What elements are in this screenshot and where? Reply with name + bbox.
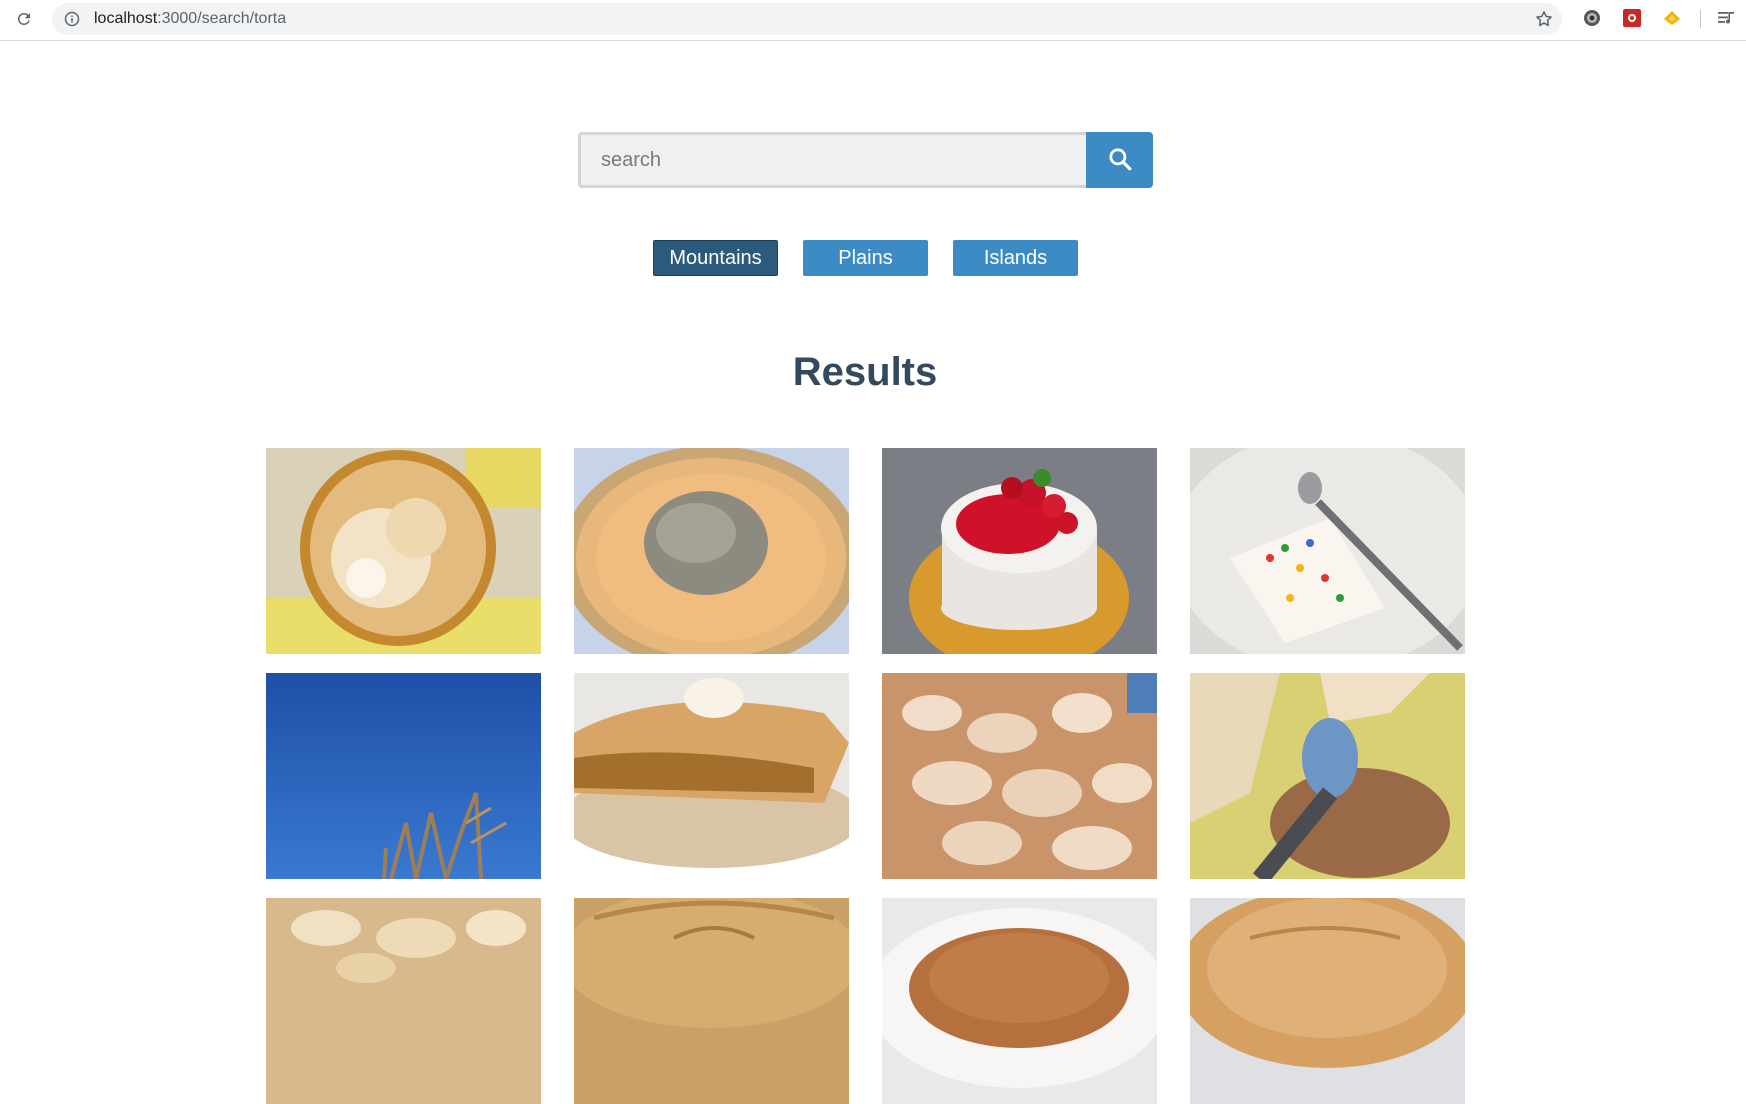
result-image[interactable]: [1190, 898, 1465, 1104]
search-input[interactable]: [578, 132, 1086, 188]
result-image[interactable]: [574, 448, 849, 654]
url-text: localhost:3000/search/torta: [94, 10, 286, 28]
result-image[interactable]: [882, 673, 1157, 879]
bookmark-star-icon[interactable]: [1534, 9, 1554, 29]
filter-mountains-button[interactable]: Mountains: [653, 240, 778, 276]
result-image[interactable]: [882, 898, 1157, 1104]
result-image[interactable]: [574, 898, 849, 1104]
results-heading: Results: [792, 350, 938, 394]
result-image[interactable]: [1190, 448, 1465, 654]
result-image[interactable]: [574, 673, 849, 879]
search-button[interactable]: [1086, 132, 1153, 188]
url-host: localhost: [94, 10, 158, 27]
info-icon[interactable]: [64, 11, 80, 27]
result-image[interactable]: [882, 448, 1157, 654]
browser-toolbar: localhost:3000/search/torta: [0, 0, 1746, 41]
filter-plains-button[interactable]: Plains: [803, 240, 928, 276]
search-icon: [1107, 146, 1133, 175]
result-image[interactable]: [266, 898, 541, 1104]
address-bar[interactable]: localhost:3000/search/torta: [52, 3, 1562, 35]
extension-icon-2[interactable]: [1622, 8, 1642, 28]
result-image[interactable]: [1190, 673, 1465, 879]
result-image[interactable]: [266, 673, 541, 879]
filter-islands-button[interactable]: Islands: [953, 240, 1078, 276]
search-bar: [578, 132, 1153, 188]
media-queue-icon[interactable]: [1716, 8, 1736, 28]
extension-icon-3[interactable]: [1662, 8, 1682, 28]
reload-icon[interactable]: [12, 7, 36, 31]
result-image[interactable]: [266, 448, 541, 654]
toolbar-divider: [1700, 10, 1701, 28]
url-path: :3000/search/torta: [157, 10, 287, 27]
extension-icon-1[interactable]: [1582, 8, 1602, 28]
